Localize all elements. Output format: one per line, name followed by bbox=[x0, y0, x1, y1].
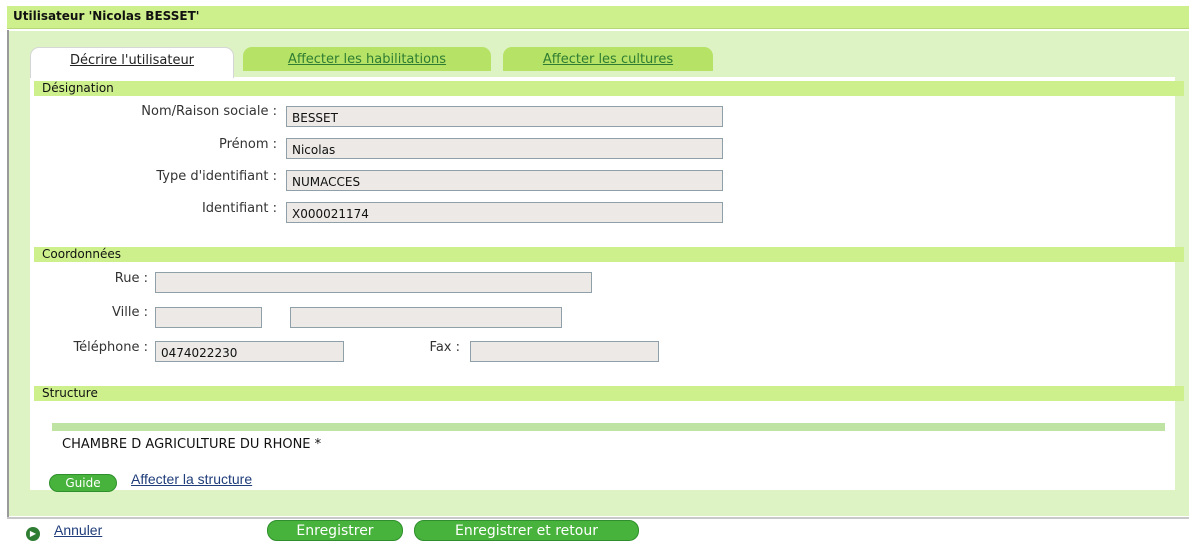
ville-field[interactable] bbox=[290, 307, 562, 328]
guide-button[interactable]: Guide bbox=[49, 474, 117, 492]
affecter-structure-link[interactable]: Affecter la structure bbox=[131, 471, 252, 487]
identifiant-label: Identifiant : bbox=[201, 201, 277, 216]
section-designation-header: Désignation bbox=[34, 81, 1184, 96]
type-identifiant-label: Type d'identifiant : bbox=[156, 169, 277, 184]
tab-affecter-habilitations[interactable]: Affecter les habilitations bbox=[243, 47, 491, 71]
structure-name: CHAMBRE D AGRICULTURE DU RHONE * bbox=[62, 437, 322, 452]
rue-field[interactable] bbox=[155, 272, 592, 293]
cancel-arrow-icon[interactable]: ▶ bbox=[26, 527, 40, 541]
structure-list-header-bar bbox=[52, 423, 1165, 431]
fax-field[interactable] bbox=[470, 341, 659, 362]
window-title: Utilisateur 'Nicolas BESSET' bbox=[13, 9, 200, 23]
nom-field[interactable]: BESSET bbox=[286, 106, 723, 127]
section-coordonnees-header: Coordonnées bbox=[34, 247, 1184, 262]
title-bar: Utilisateur 'Nicolas BESSET' bbox=[7, 6, 1189, 29]
panel-bottom-border bbox=[7, 517, 1189, 519]
panel-left-border bbox=[7, 30, 9, 518]
annuler-link[interactable]: Annuler bbox=[54, 522, 102, 538]
nom-label: Nom/Raison sociale : bbox=[141, 104, 277, 119]
rue-label: Rue : bbox=[114, 271, 148, 286]
prenom-field[interactable]: Nicolas bbox=[286, 138, 723, 159]
ville-label: Ville : bbox=[112, 305, 148, 320]
section-structure-header: Structure bbox=[34, 386, 1184, 401]
tab-affecter-cultures[interactable]: Affecter les cultures bbox=[503, 47, 713, 71]
prenom-label: Prénom : bbox=[218, 137, 277, 152]
type-identifiant-field[interactable]: NUMACCES bbox=[286, 170, 723, 191]
enregistrer-button[interactable]: Enregistrer bbox=[267, 520, 403, 541]
identifiant-field[interactable]: X000021174 bbox=[286, 202, 723, 223]
telephone-field[interactable]: 0474022230 bbox=[155, 341, 344, 362]
enregistrer-et-retour-button[interactable]: Enregistrer et retour bbox=[414, 520, 639, 541]
telephone-label: Téléphone : bbox=[73, 340, 148, 355]
code-postal-field[interactable] bbox=[155, 307, 262, 328]
fax-label: Fax : bbox=[429, 340, 460, 355]
tab-decrire-utilisateur[interactable]: Décrire l'utilisateur bbox=[30, 47, 234, 78]
